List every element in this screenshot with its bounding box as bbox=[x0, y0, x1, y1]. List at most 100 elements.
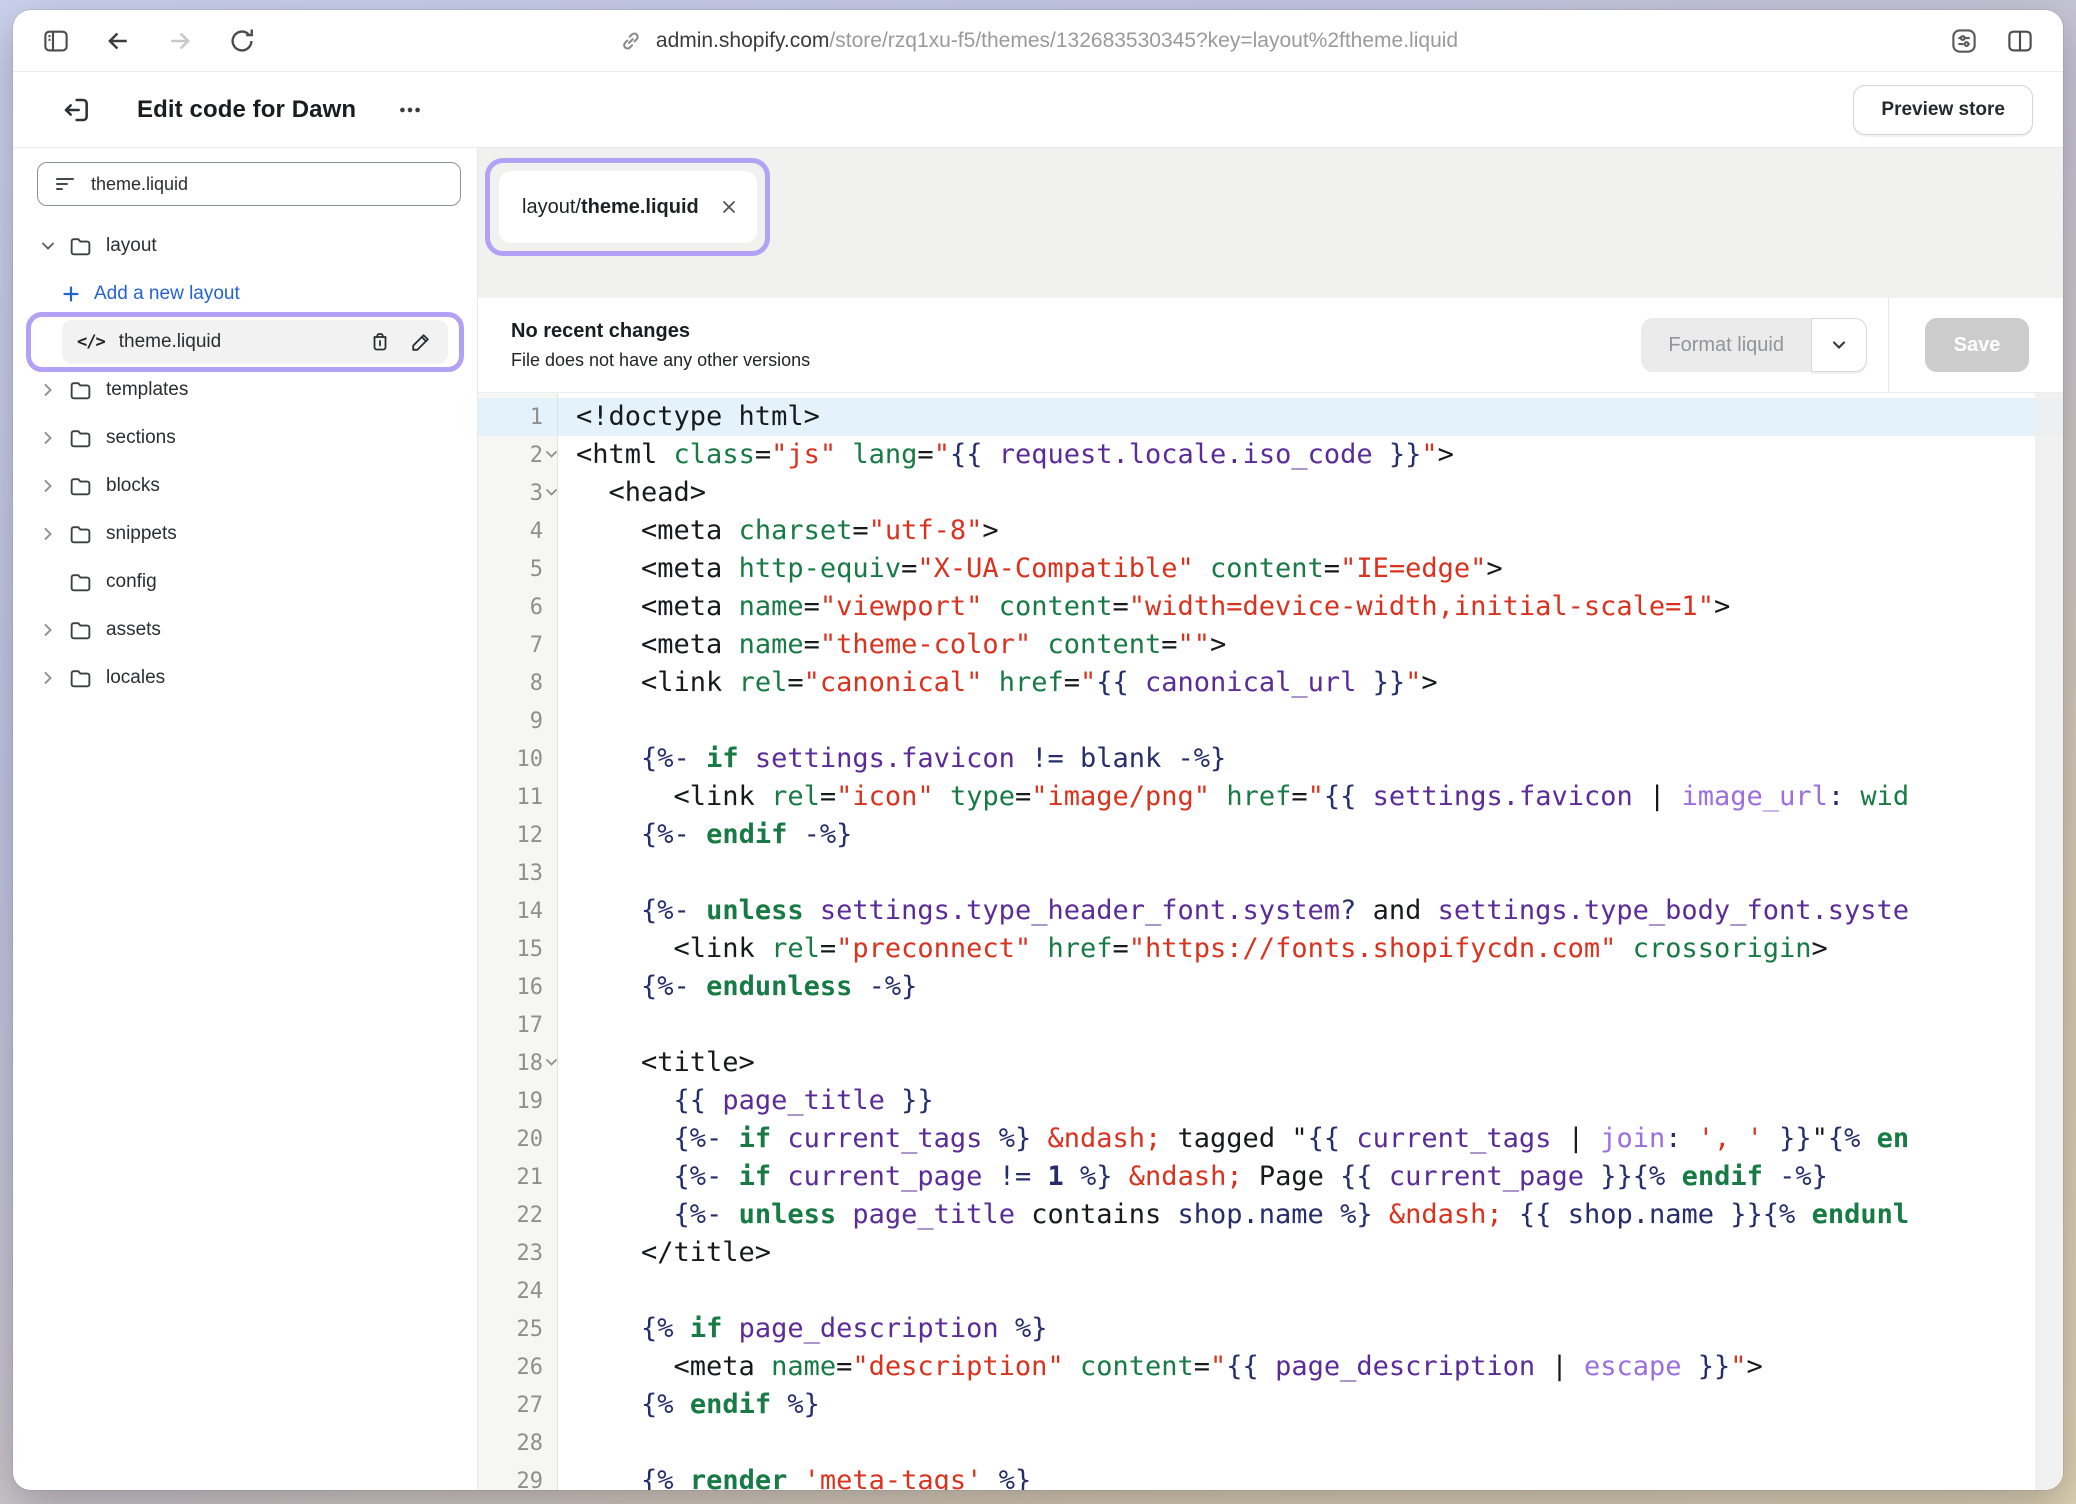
code-line[interactable]: {%- if current_tags %} &ndash; tagged "{… bbox=[558, 1120, 2063, 1158]
line-number[interactable]: 8 bbox=[478, 664, 557, 702]
line-number[interactable]: 14 bbox=[478, 892, 557, 930]
line-number[interactable]: 27 bbox=[478, 1386, 557, 1424]
tree-folder-templates[interactable]: templates bbox=[37, 366, 461, 414]
tree-folder-sections[interactable]: sections bbox=[37, 414, 461, 462]
code-lines[interactable]: <!doctype html><html class="js" lang="{{… bbox=[558, 393, 2063, 1490]
chevron-right-icon[interactable] bbox=[37, 478, 59, 494]
line-number[interactable]: 21 bbox=[478, 1158, 557, 1196]
code-line[interactable]: <link rel="icon" type="image/png" href="… bbox=[558, 778, 2063, 816]
exit-icon[interactable] bbox=[57, 91, 95, 129]
preview-store-button[interactable]: Preview store bbox=[1853, 85, 2033, 135]
code-line[interactable]: <meta name="viewport" content="width=dev… bbox=[558, 588, 2063, 626]
code-line[interactable] bbox=[558, 854, 2063, 892]
tree-file-theme-liquid[interactable]: </> theme.liquid bbox=[37, 318, 461, 366]
add-new-layout-action[interactable]: Add a new layout bbox=[37, 270, 461, 318]
code-line[interactable] bbox=[558, 1272, 2063, 1310]
format-liquid-button[interactable]: Format liquid bbox=[1641, 318, 1811, 372]
code-line[interactable]: {%- if current_page != 1 %} &ndash; Page… bbox=[558, 1158, 2063, 1196]
code-line[interactable]: <meta name="theme-color" content=""> bbox=[558, 626, 2063, 664]
line-number[interactable]: 11 bbox=[478, 778, 557, 816]
line-number[interactable]: 2 bbox=[478, 436, 557, 474]
chevron-right-icon[interactable] bbox=[37, 382, 59, 398]
line-number[interactable]: 25 bbox=[478, 1310, 557, 1348]
tree-label: blocks bbox=[106, 475, 160, 497]
tree-folder-layout[interactable]: layout bbox=[37, 222, 461, 270]
line-number[interactable]: 5 bbox=[478, 550, 557, 588]
code-line[interactable] bbox=[558, 1424, 2063, 1462]
code-line[interactable]: {{ page_title }} bbox=[558, 1082, 2063, 1120]
chevron-right-icon[interactable] bbox=[37, 622, 59, 638]
forward-icon[interactable] bbox=[163, 24, 197, 58]
code-line[interactable] bbox=[558, 702, 2063, 740]
line-number[interactable]: 28 bbox=[478, 1424, 557, 1462]
line-number[interactable]: 3 bbox=[478, 474, 557, 512]
line-number[interactable]: 22 bbox=[478, 1196, 557, 1234]
code-line[interactable]: {%- unless page_title contains shop.name… bbox=[558, 1196, 2063, 1234]
split-view-icon[interactable] bbox=[2003, 24, 2037, 58]
line-number[interactable]: 20 bbox=[478, 1120, 557, 1158]
tree-folder-blocks[interactable]: blocks bbox=[37, 462, 461, 510]
code-line[interactable]: <link rel="preconnect" href="https://fon… bbox=[558, 930, 2063, 968]
line-number[interactable]: 29 bbox=[478, 1462, 557, 1490]
address-bar[interactable]: admin.shopify.com/store/rzq1xu-f5/themes… bbox=[618, 28, 1458, 54]
code-line[interactable]: <link rel="canonical" href="{{ canonical… bbox=[558, 664, 2063, 702]
chevron-right-icon[interactable] bbox=[37, 430, 59, 446]
page-settings-icon[interactable] bbox=[1947, 24, 1981, 58]
chevron-right-icon[interactable] bbox=[37, 670, 59, 686]
code-line[interactable]: </title> bbox=[558, 1234, 2063, 1272]
fold-toggle-icon[interactable] bbox=[545, 488, 558, 497]
line-number[interactable]: 19 bbox=[478, 1082, 557, 1120]
code-line[interactable]: {% endif %} bbox=[558, 1386, 2063, 1424]
format-options-dropdown[interactable] bbox=[1811, 318, 1867, 372]
code-line[interactable]: {%- if settings.favicon != blank -%} bbox=[558, 740, 2063, 778]
code-line[interactable]: <meta charset="utf-8"> bbox=[558, 512, 2063, 550]
code-line[interactable]: <!doctype html> bbox=[558, 398, 2063, 436]
delete-icon[interactable] bbox=[368, 330, 392, 354]
tree-folder-snippets[interactable]: snippets bbox=[37, 510, 461, 558]
code-line[interactable]: {% if page_description %} bbox=[558, 1310, 2063, 1348]
line-number[interactable]: 7 bbox=[478, 626, 557, 664]
line-number[interactable]: 9 bbox=[478, 702, 557, 740]
line-number[interactable]: 18 bbox=[478, 1044, 557, 1082]
line-number[interactable]: 17 bbox=[478, 1006, 557, 1044]
code-line[interactable]: <meta name="description" content="{{ pag… bbox=[558, 1348, 2063, 1386]
line-number[interactable]: 10 bbox=[478, 740, 557, 778]
line-number[interactable]: 1 bbox=[478, 398, 557, 436]
line-number[interactable]: 6 bbox=[478, 588, 557, 626]
rename-icon[interactable] bbox=[409, 330, 433, 354]
chevron-down-icon[interactable] bbox=[37, 238, 59, 254]
line-number[interactable]: 4 bbox=[478, 512, 557, 550]
back-icon[interactable] bbox=[101, 24, 135, 58]
code-editor[interactable]: 1234567891011121314151617181920212223242… bbox=[478, 393, 2063, 1490]
save-button[interactable]: Save bbox=[1925, 318, 2029, 372]
code-line[interactable]: {%- endunless -%} bbox=[558, 968, 2063, 1006]
line-number[interactable]: 12 bbox=[478, 816, 557, 854]
chevron-right-icon[interactable] bbox=[37, 526, 59, 542]
code-line[interactable]: <title> bbox=[558, 1044, 2063, 1082]
code-line[interactable]: <head> bbox=[558, 474, 2063, 512]
tab-theme-liquid[interactable]: layout/theme.liquid bbox=[499, 171, 757, 243]
close-icon[interactable] bbox=[719, 197, 739, 217]
file-search-input[interactable]: theme.liquid bbox=[37, 162, 461, 206]
code-line[interactable]: {% render 'meta-tags' %} bbox=[558, 1462, 2063, 1490]
sidebar-toggle-icon[interactable] bbox=[39, 24, 73, 58]
line-number[interactable]: 16 bbox=[478, 968, 557, 1006]
editor-scrollbar[interactable] bbox=[2035, 393, 2063, 1490]
tree-folder-config[interactable]: config bbox=[37, 558, 461, 606]
code-line[interactable]: <html class="js" lang="{{ request.locale… bbox=[558, 436, 2063, 474]
code-line[interactable]: <meta http-equiv="X-UA-Compatible" conte… bbox=[558, 550, 2063, 588]
tree-folder-locales[interactable]: locales bbox=[37, 654, 461, 702]
code-line[interactable]: {%- endif -%} bbox=[558, 816, 2063, 854]
fold-toggle-icon[interactable] bbox=[545, 1058, 558, 1067]
tree-folder-assets[interactable]: assets bbox=[37, 606, 461, 654]
fold-toggle-icon[interactable] bbox=[545, 450, 558, 459]
more-menu-icon[interactable] bbox=[396, 96, 424, 124]
line-number[interactable]: 13 bbox=[478, 854, 557, 892]
line-number[interactable]: 15 bbox=[478, 930, 557, 968]
line-number[interactable]: 24 bbox=[478, 1272, 557, 1310]
reload-icon[interactable] bbox=[225, 24, 259, 58]
line-number[interactable]: 26 bbox=[478, 1348, 557, 1386]
code-line[interactable] bbox=[558, 1006, 2063, 1044]
line-number[interactable]: 23 bbox=[478, 1234, 557, 1272]
code-line[interactable]: {%- unless settings.type_header_font.sys… bbox=[558, 892, 2063, 930]
